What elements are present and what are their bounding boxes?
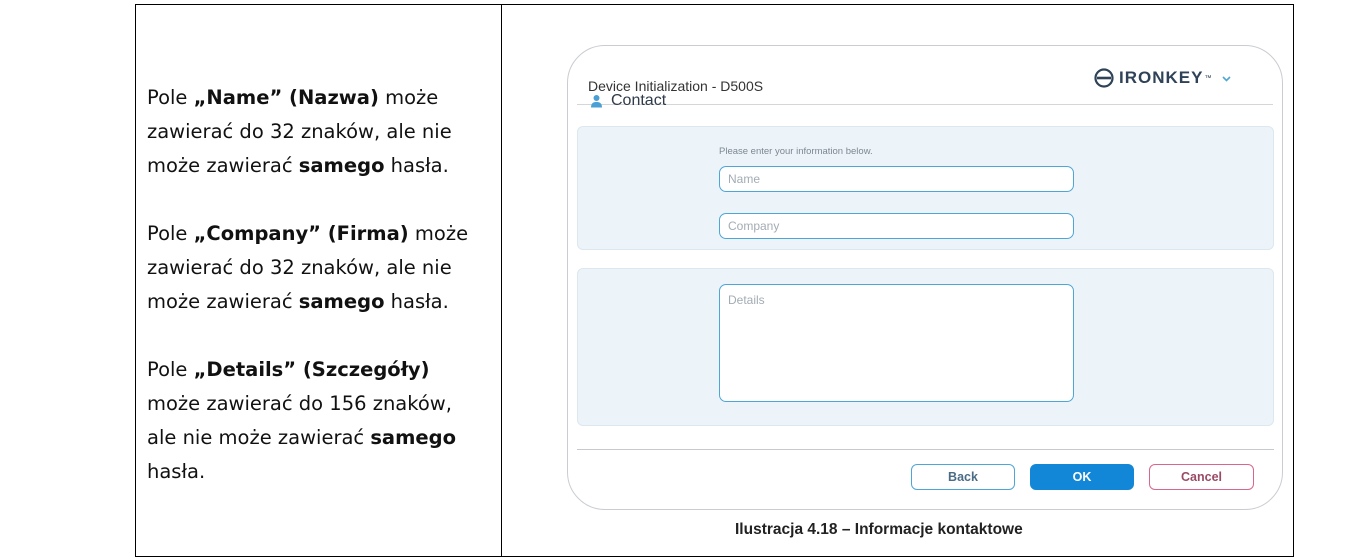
ok-button[interactable]: OK	[1030, 464, 1134, 490]
details-field-description: Pole „Details” (Szczegóły) może zawierać…	[147, 358, 456, 483]
section-header: Contact	[590, 92, 666, 110]
ironkey-logo-icon	[1094, 68, 1114, 88]
person-icon	[591, 95, 602, 108]
instructions-column: Pole „Name” (Nazwa) może zawierać do 32 …	[147, 81, 487, 523]
brand-name: IRONKEY	[1119, 68, 1204, 87]
chevron-down-icon[interactable]	[1221, 73, 1232, 84]
footer-divider	[577, 449, 1274, 450]
back-button[interactable]: Back	[911, 464, 1015, 490]
details-field[interactable]	[719, 284, 1074, 402]
company-field-description: Pole „Company” (Firma) może zawierać do …	[147, 222, 469, 313]
name-field[interactable]	[719, 166, 1074, 192]
instruction-text: Please enter your information below.	[719, 146, 873, 157]
brand-trademark: ™	[1204, 74, 1212, 82]
name-field-description: Pole „Name” (Nazwa) może zawierać do 32 …	[147, 86, 452, 177]
company-field[interactable]	[719, 213, 1074, 239]
cancel-button[interactable]: Cancel	[1149, 464, 1254, 490]
table-divider	[501, 5, 502, 556]
brand-header: IRONKEY ™	[1093, 67, 1232, 89]
section-title: Contact	[611, 92, 667, 109]
title-divider	[577, 104, 1273, 105]
figure-caption: Ilustracja 4.18 – Informacje kontaktowe	[735, 521, 1023, 538]
